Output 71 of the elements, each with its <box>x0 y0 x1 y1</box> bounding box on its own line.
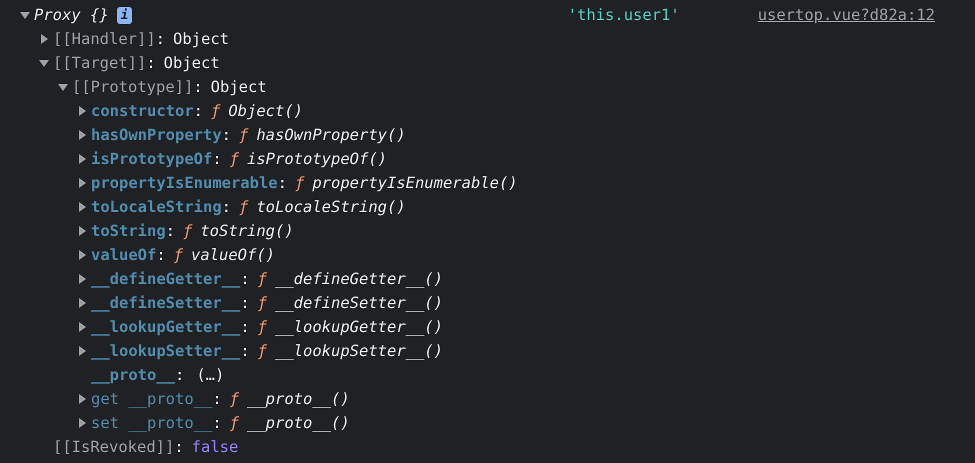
property-value: isPrototypeOf() <box>247 150 387 168</box>
property-value: __defineSetter__() <box>275 294 443 312</box>
property-key: set __proto__ <box>91 414 212 432</box>
function-mark: ƒ <box>239 198 248 216</box>
info-badge[interactable]: i <box>116 6 132 24</box>
colon: : <box>156 30 165 48</box>
source-link[interactable]: usertop.vue?d82a:12 <box>758 6 935 24</box>
colon: : <box>240 270 250 288</box>
function-mark: ƒ <box>230 414 240 432</box>
function-mark: ƒ <box>258 342 267 360</box>
function-mark: ƒ <box>174 246 184 264</box>
colon: : <box>212 150 222 168</box>
function-mark: ƒ <box>239 126 248 144</box>
property-value: __defineGetter__() <box>275 270 443 288</box>
colon: : <box>240 318 250 336</box>
property-value[interactable]: (…) <box>196 366 224 384</box>
colon: : <box>240 342 250 360</box>
function-mark: ƒ <box>211 102 220 120</box>
function-mark: ƒ <box>230 150 240 168</box>
property-value: Object <box>210 78 267 96</box>
colon: : <box>166 222 175 240</box>
property-value: Object <box>164 54 220 72</box>
function-mark: ƒ <box>294 174 304 192</box>
function-mark: ƒ <box>230 390 240 408</box>
colon: : <box>240 294 250 312</box>
property-value: __proto__() <box>247 414 350 432</box>
colon: : <box>193 78 203 96</box>
colon: : <box>175 366 184 384</box>
property-key: isPrototypeOf <box>91 150 212 168</box>
function-mark: ƒ <box>258 294 267 312</box>
property-value: false <box>192 438 238 456</box>
colon: : <box>156 246 166 264</box>
property-key: toLocaleString <box>91 198 222 216</box>
property-value: __lookupGetter__() <box>275 318 443 336</box>
property-key: __proto__ <box>91 366 175 384</box>
property-key: __defineSetter__ <box>91 294 240 312</box>
expression-text: 'this.user1' <box>568 6 680 24</box>
function-mark: ƒ <box>258 318 267 336</box>
colon: : <box>174 438 184 456</box>
colon: : <box>222 126 231 144</box>
property-key: toString <box>91 222 166 240</box>
property-value: propertyIsEnumerable() <box>312 174 518 192</box>
property-key: [[IsRevoked]] <box>53 438 174 456</box>
object-label: Proxy {} <box>34 6 109 24</box>
property-key: constructor <box>91 102 194 120</box>
property-value: __lookupSetter__() <box>275 342 443 360</box>
property-key: [[Prototype]] <box>72 78 194 96</box>
colon: : <box>146 54 156 72</box>
property-value: Object <box>173 30 229 48</box>
function-mark: ƒ <box>183 222 192 240</box>
property-value: toLocaleString() <box>256 198 406 216</box>
property-key: valueOf <box>91 246 156 264</box>
property-key: get __proto__ <box>91 390 212 408</box>
colon: : <box>222 198 231 216</box>
property-key: __lookupSetter__ <box>91 342 240 360</box>
property-key: [[Target]] <box>53 54 146 72</box>
property-value: hasOwnProperty() <box>256 126 406 144</box>
colon: : <box>212 414 222 432</box>
property-value: __proto__() <box>247 390 350 408</box>
property-key: hasOwnProperty <box>91 126 222 144</box>
property-value: valueOf() <box>191 246 276 264</box>
property-key: __lookupGetter__ <box>91 318 240 336</box>
property-key: __defineGetter__ <box>91 270 240 288</box>
colon: : <box>212 390 222 408</box>
property-key: propertyIsEnumerable <box>91 174 278 192</box>
property-key: [[Handler]] <box>53 30 156 48</box>
colon: : <box>278 174 287 192</box>
function-mark: ƒ <box>258 270 267 288</box>
colon: : <box>194 102 203 120</box>
property-value: Object() <box>228 102 303 120</box>
property-value: toString() <box>200 222 294 240</box>
